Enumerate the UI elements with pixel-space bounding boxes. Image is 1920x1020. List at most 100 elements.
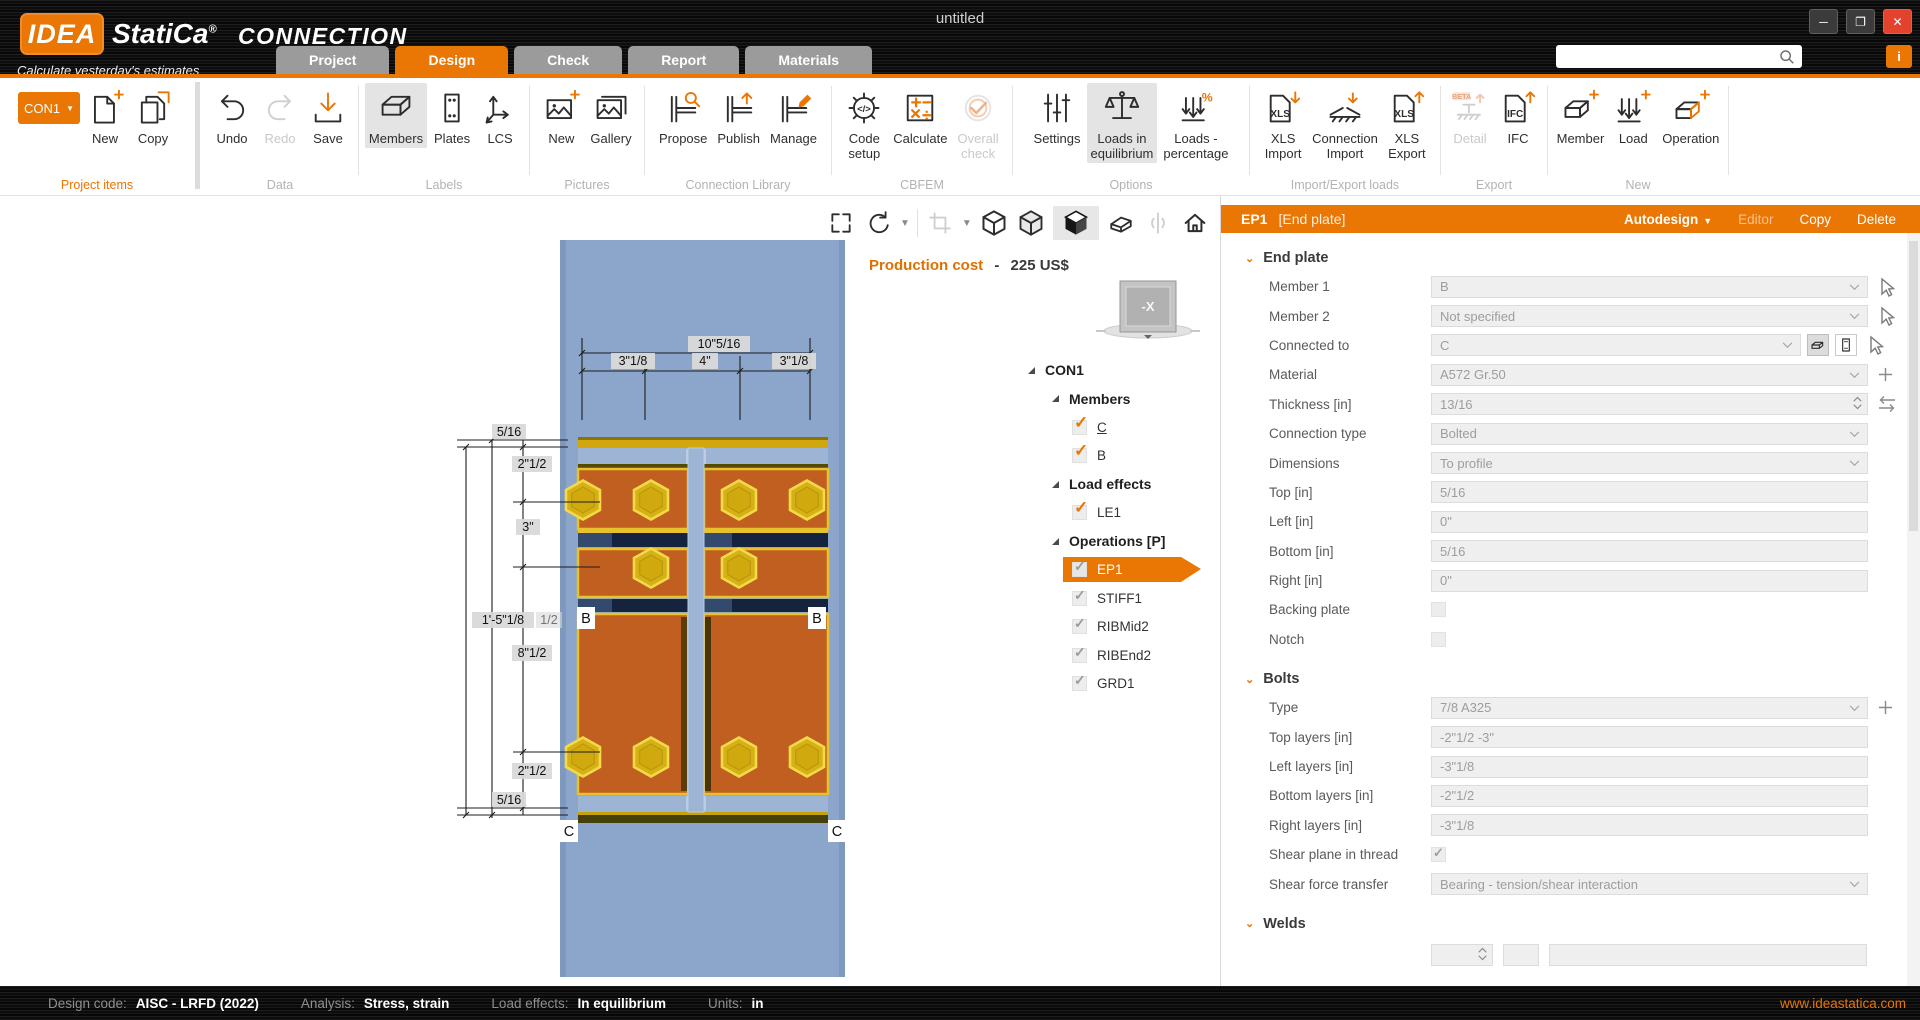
loads-in-equilibrium-button[interactable]: Loads in equilibrium	[1087, 83, 1158, 163]
collapse-triangle-icon[interactable]	[1052, 395, 1059, 402]
code-setup-button[interactable]: </> Code setup	[841, 83, 887, 163]
minimize-button[interactable]: ─	[1809, 9, 1838, 34]
info-button[interactable]: i	[1886, 45, 1912, 68]
connection-3d-model[interactable]: 10"5/16 3"1/8 4" 3"1/8 5/16 2"1/2 3" 1/2	[437, 228, 867, 984]
loads-percentage-button[interactable]: % Loads - percentage	[1159, 83, 1232, 163]
new-load-button[interactable]: Load	[1610, 83, 1656, 148]
close-button[interactable]: ✕	[1883, 9, 1912, 34]
xls-import-button[interactable]: XLS XLS Import	[1260, 83, 1306, 163]
bolt[interactable]	[722, 481, 756, 520]
collapse-triangle-icon[interactable]	[1052, 481, 1059, 488]
copy-project-item-button[interactable]: Copy	[130, 83, 176, 148]
copy-operation-button[interactable]: Copy	[1799, 212, 1831, 227]
collapse-triangle-icon[interactable]	[1028, 367, 1035, 374]
editor-button[interactable]: Editor	[1738, 212, 1773, 227]
checkbox-checked[interactable]	[1072, 562, 1087, 577]
search-input[interactable]	[1562, 48, 1778, 65]
beam-web[interactable]	[688, 448, 704, 812]
view-cube[interactable]: -X	[1096, 278, 1200, 340]
bolt[interactable]	[634, 549, 668, 588]
section-crop-button[interactable]	[925, 206, 955, 240]
new-project-item-button[interactable]: New	[82, 83, 128, 148]
pick-cursor-icon[interactable]	[1877, 306, 1896, 326]
top-input[interactable]: 5/16	[1431, 481, 1868, 503]
connection-type-select[interactable]: Bolted	[1431, 423, 1868, 445]
maximize-button[interactable]: ❐	[1846, 9, 1875, 34]
search-box[interactable]	[1556, 45, 1802, 68]
redo-button[interactable]: Redo	[257, 83, 303, 148]
section-welds[interactable]: ⌄ Welds	[1245, 916, 1920, 932]
tab-materials[interactable]: Materials	[745, 46, 872, 74]
members-labels-button[interactable]: Members	[365, 83, 427, 148]
checkbox-checked[interactable]	[1072, 619, 1087, 634]
connected-to-select[interactable]: C	[1431, 334, 1801, 356]
plates-labels-button[interactable]: Plates	[429, 83, 475, 148]
material-select[interactable]: A572 Gr.50	[1431, 364, 1868, 386]
tree-item-stiff1[interactable]: STIFF1	[1020, 584, 1226, 613]
autodesign-button[interactable]: Autodesign▼	[1624, 212, 1712, 227]
solid-view-button[interactable]	[1053, 206, 1099, 240]
new-member-button[interactable]: Member	[1553, 83, 1609, 148]
shear-plane-checkbox[interactable]	[1431, 847, 1446, 862]
checkbox-checked[interactable]	[1072, 591, 1087, 606]
weld-type-select[interactable]	[1549, 944, 1867, 966]
weld-size-input[interactable]	[1431, 944, 1493, 966]
gallery-button[interactable]: Gallery	[586, 83, 635, 148]
left-input[interactable]: 0"	[1431, 511, 1868, 533]
pick-cursor-icon[interactable]	[1866, 335, 1885, 355]
detail-export-button[interactable]: BETA Detail	[1447, 83, 1493, 148]
bolt[interactable]	[634, 481, 668, 520]
lcs-labels-button[interactable]: LCS	[477, 83, 523, 148]
mirror-view-button[interactable]	[1143, 206, 1173, 240]
tree-item-le1[interactable]: LE1	[1020, 499, 1226, 528]
thickness-input[interactable]: 13/16	[1431, 393, 1868, 415]
tree-item-ep1-selected[interactable]: EP1	[1020, 556, 1226, 585]
notch-checkbox[interactable]	[1431, 632, 1446, 647]
bolt[interactable]	[790, 481, 824, 520]
tree-root-con1[interactable]: CON1	[1020, 356, 1226, 385]
add-material-icon[interactable]	[1877, 366, 1894, 383]
tree-item-member-c[interactable]: C	[1020, 413, 1226, 442]
calculate-button[interactable]: Calculate	[889, 83, 951, 148]
bottom-layers-input[interactable]: -2"1/2	[1431, 785, 1868, 807]
collapse-triangle-icon[interactable]	[1052, 538, 1059, 545]
shaded-edges-view-button[interactable]	[1016, 206, 1046, 240]
overall-check-button[interactable]: Overall check	[954, 83, 1003, 163]
properties-scrollbar[interactable]	[1907, 233, 1920, 986]
propose-button[interactable]: Propose	[655, 83, 711, 148]
pick-cursor-icon[interactable]	[1877, 277, 1896, 297]
tab-project[interactable]: Project	[276, 46, 389, 74]
connection-selector[interactable]: CON1▼	[18, 92, 80, 124]
left-layers-input[interactable]: -3"1/8	[1431, 756, 1868, 778]
rotate-view-button[interactable]	[863, 206, 893, 240]
tree-item-grd1[interactable]: GRD1	[1020, 670, 1226, 699]
ifc-export-button[interactable]: IFC IFC	[1495, 83, 1541, 148]
bolt[interactable]	[566, 481, 600, 520]
dimensions-select[interactable]: To profile	[1431, 452, 1868, 474]
member1-select[interactable]: B	[1431, 276, 1868, 298]
tree-item-ribend2[interactable]: RIBEnd2	[1020, 641, 1226, 670]
checkbox-checked[interactable]	[1072, 505, 1087, 520]
shear-force-transfer-select[interactable]: Bearing - tension/shear interaction	[1431, 873, 1868, 895]
home-view-button[interactable]	[1180, 206, 1210, 240]
settings-button[interactable]: Settings	[1030, 83, 1085, 148]
section-end-plate[interactable]: ⌄ End plate	[1245, 250, 1920, 266]
new-picture-button[interactable]: New	[538, 83, 584, 148]
checkbox-checked[interactable]	[1072, 676, 1087, 691]
connect-to-member-toggle[interactable]	[1807, 334, 1829, 356]
backing-plate-checkbox[interactable]	[1431, 602, 1446, 617]
section-bolts[interactable]: ⌄ Bolts	[1245, 671, 1920, 687]
manage-button[interactable]: Manage	[766, 83, 821, 148]
section-cut-button[interactable]	[1106, 206, 1136, 240]
save-button[interactable]: Save	[305, 83, 351, 148]
delete-operation-button[interactable]: Delete	[1857, 212, 1896, 227]
tree-item-member-b[interactable]: B	[1020, 442, 1226, 471]
connection-import-button[interactable]: Connection Import	[1308, 83, 1382, 163]
bolt[interactable]	[566, 738, 600, 777]
tab-report[interactable]: Report	[628, 46, 739, 74]
tab-design[interactable]: Design	[395, 46, 508, 74]
bolt-type-select[interactable]: 7/8 A325	[1431, 697, 1868, 719]
checkbox-checked[interactable]	[1072, 448, 1087, 463]
viewer-canvas[interactable]: ▼ ▼ Production cost - 225 US$	[0, 196, 1220, 986]
right-layers-input[interactable]: -3"1/8	[1431, 814, 1868, 836]
